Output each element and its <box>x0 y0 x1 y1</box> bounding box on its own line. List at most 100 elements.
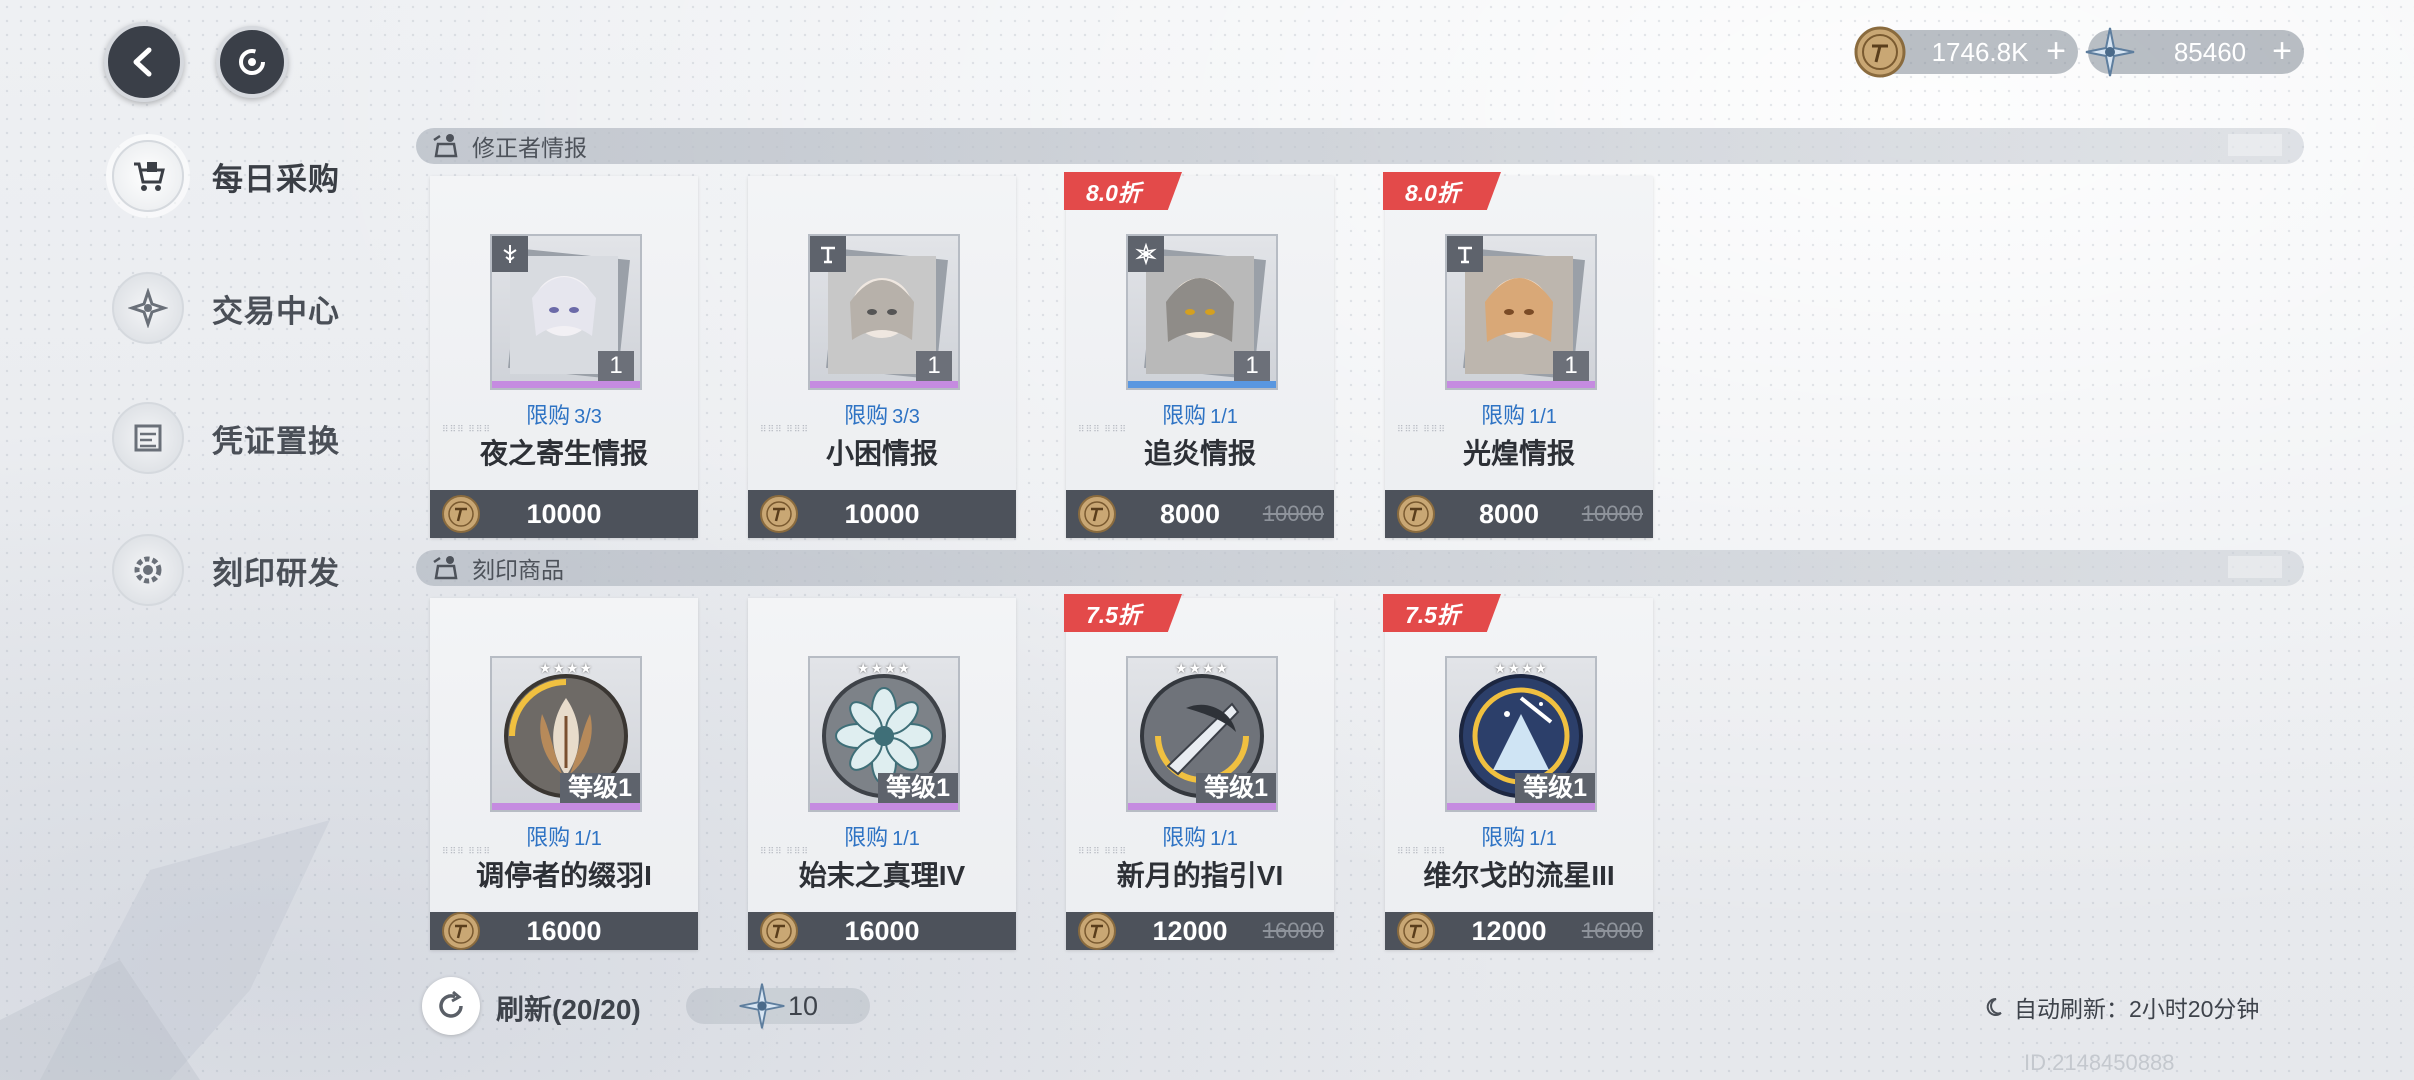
discount-badge: 8.0折 <box>1064 172 1182 210</box>
item-thumbnail: 1 <box>490 234 642 390</box>
item-name: 新月的指引VI <box>1116 860 1284 891</box>
add-gold-button[interactable]: + <box>2046 34 2066 68</box>
shop-item-card[interactable]: 1 ⠿⠿⠿ ⠿⠿⠿ 限购 3/3 小困情报 10000 <box>748 176 1016 538</box>
price-bar[interactable]: 16000 <box>430 912 698 950</box>
purchase-limit: 限购 1/1 <box>526 825 602 850</box>
item-name: 夜之寄生情报 <box>479 438 648 469</box>
sidebar-item-label: 交易中心 <box>212 293 340 329</box>
item-thumbnail: ★★★★ 等级1 <box>808 656 960 812</box>
item-name: 始末之真理IV <box>798 860 966 891</box>
rarity-bar <box>1128 381 1276 388</box>
refresh-circle-icon <box>239 49 265 75</box>
item-name: 小困情报 <box>825 438 938 469</box>
rarity-bar <box>492 381 640 388</box>
item-quantity: 1 <box>1234 351 1270 381</box>
section-header-corrector-intel: 修正者情报 <box>416 128 2304 164</box>
section-icon <box>433 556 458 580</box>
back-arrow-icon <box>133 47 152 77</box>
shop-item-card[interactable]: ★★★★ 等级1 ⠿⠿⠿ ⠿⠿⠿ 限购 1/1 调停者的缀羽I 16000 <box>430 598 698 950</box>
gold-amount: 1746.8K <box>1931 36 2029 67</box>
price-bar[interactable]: 8000 10000 <box>1066 490 1334 538</box>
currency-crystal: 85460 + <box>2085 27 2304 77</box>
rarity-stars: ★★★★ <box>856 660 912 676</box>
auto-refresh-timer: 自动刷新：2小时20分钟 <box>1984 990 2259 1024</box>
class-badge-icon <box>1447 236 1483 272</box>
purchase-limit: 限购 3/3 <box>526 403 602 428</box>
sidebar-item-trade-center[interactable]: 交易中心 <box>112 268 392 348</box>
shop-item-card[interactable]: 7.5折 ★★★★ 等级1 ⠿⠿⠿ ⠿⠿⠿ 限购 1/1 新月的指引VI 1200… <box>1064 594 1334 950</box>
gold-coin-icon <box>1854 26 1906 78</box>
home-button[interactable] <box>216 26 288 98</box>
shop-item-card[interactable]: 7.5折 ★★★★ 等级1 ⠿⠿⠿ ⠿⠿⠿ 限购 1/1 维尔戈的流星III 12… <box>1383 594 1653 950</box>
section-title: 修正者情报 <box>472 135 587 161</box>
sidebar-item-imprint-research[interactable]: 刻印研发 <box>112 530 392 610</box>
item-name: 维尔戈的流星III <box>1423 860 1615 891</box>
price-bar[interactable]: 10000 <box>430 490 698 538</box>
item-name: 光煌情报 <box>1462 438 1575 469</box>
rarity-stars: ★★★★ <box>538 660 594 676</box>
price-bar[interactable]: 10000 <box>748 490 1016 538</box>
rarity-stars: ★★★★ <box>1493 660 1549 676</box>
purchase-limit: 限购 1/1 <box>844 825 920 850</box>
background-emblem <box>0 820 330 1080</box>
item-level: 等级1 <box>560 773 640 803</box>
shop-item-card[interactable]: 8.0折 1 ⠿⠿⠿ ⠿⠿⠿ 限购 1/1 追炎情报 8000 10000 <box>1064 172 1334 538</box>
refresh-count-label: 刷新(20/20) <box>496 994 641 1025</box>
section-header-imprint-goods: 刻印商品 <box>416 550 2304 586</box>
shop-item-card[interactable]: 8.0折 1 ⠿⠿⠿ ⠿⠿⠿ 限购 1/1 光煌情报 8000 10000 <box>1383 172 1653 538</box>
refresh-cost-value: 10 <box>788 990 819 1021</box>
refresh-cost: 10 <box>686 983 870 1029</box>
item-price: 10000 <box>844 498 920 529</box>
sidebar-item-voucher-exchange[interactable]: 凭证置换 <box>112 398 392 478</box>
rarity-bar <box>1447 381 1595 388</box>
user-id: ID:2148450888 <box>2024 1050 2175 1075</box>
rarity-bar <box>810 381 958 388</box>
item-thumbnail: 1 <box>1445 234 1597 390</box>
purchase-limit: 限购 3/3 <box>844 403 920 428</box>
item-level: 等级1 <box>1196 773 1276 803</box>
item-level: 等级1 <box>1515 773 1595 803</box>
item-original-price: 16000 <box>1581 918 1643 943</box>
item-price: 16000 <box>844 915 920 946</box>
shop-item-card[interactable]: 1 ⠿⠿⠿ ⠿⠿⠿ 限购 3/3 夜之寄生情报 10000 <box>430 176 698 538</box>
section-icon <box>433 134 458 158</box>
class-badge-icon <box>810 236 846 272</box>
back-button[interactable] <box>104 22 184 102</box>
section-deco <box>2228 556 2282 578</box>
refresh-button[interactable] <box>422 977 480 1035</box>
item-quantity: 1 <box>916 351 952 381</box>
item-original-price: 16000 <box>1262 918 1324 943</box>
item-name: 追炎情报 <box>1143 438 1256 469</box>
star-crystal-icon <box>739 983 785 1029</box>
price-bar[interactable]: 12000 16000 <box>1066 912 1334 950</box>
section-title: 刻印商品 <box>472 557 564 583</box>
discount-badge: 7.5折 <box>1383 594 1501 632</box>
item-quantity: 1 <box>1553 351 1589 381</box>
sidebar-item-label: 每日采购 <box>212 161 340 197</box>
price-bar[interactable]: 8000 10000 <box>1385 490 1653 538</box>
sidebar-item-daily-purchase[interactable]: 每日采购 <box>112 136 392 216</box>
rarity-bar <box>810 803 958 810</box>
shop-item-card[interactable]: ★★★★ 等级1 ⠿⠿⠿ ⠿⠿⠿ 限购 1/1 始末之真理IV 16000 <box>748 598 1016 950</box>
item-thumbnail: ★★★★ 等级1 <box>1445 656 1597 812</box>
purchase-limit: 限购 1/1 <box>1162 825 1238 850</box>
item-price: 16000 <box>526 915 602 946</box>
item-quantity: 1 <box>598 351 634 381</box>
item-price: 10000 <box>526 498 602 529</box>
add-crystal-button[interactable]: + <box>2272 34 2292 68</box>
rarity-bar <box>492 803 640 810</box>
item-thumbnail: 1 <box>1126 234 1278 390</box>
item-thumbnail: ★★★★ 等级1 <box>1126 656 1278 812</box>
price-bar[interactable]: 16000 <box>748 912 1016 950</box>
star-crystal-icon <box>2085 27 2135 77</box>
class-badge-icon <box>1128 236 1164 272</box>
price-bar[interactable]: 12000 16000 <box>1385 912 1653 950</box>
rarity-stars: ★★★★ <box>1174 660 1230 676</box>
star-badge-icon <box>112 272 184 344</box>
sidebar-item-label: 刻印研发 <box>212 555 340 591</box>
exchange-icon <box>112 402 184 474</box>
purchase-limit: 限购 1/1 <box>1481 825 1557 850</box>
class-badge-icon <box>492 236 528 272</box>
crystal-amount: 85460 <box>2173 36 2247 67</box>
purchase-limit: 限购 1/1 <box>1481 403 1557 428</box>
